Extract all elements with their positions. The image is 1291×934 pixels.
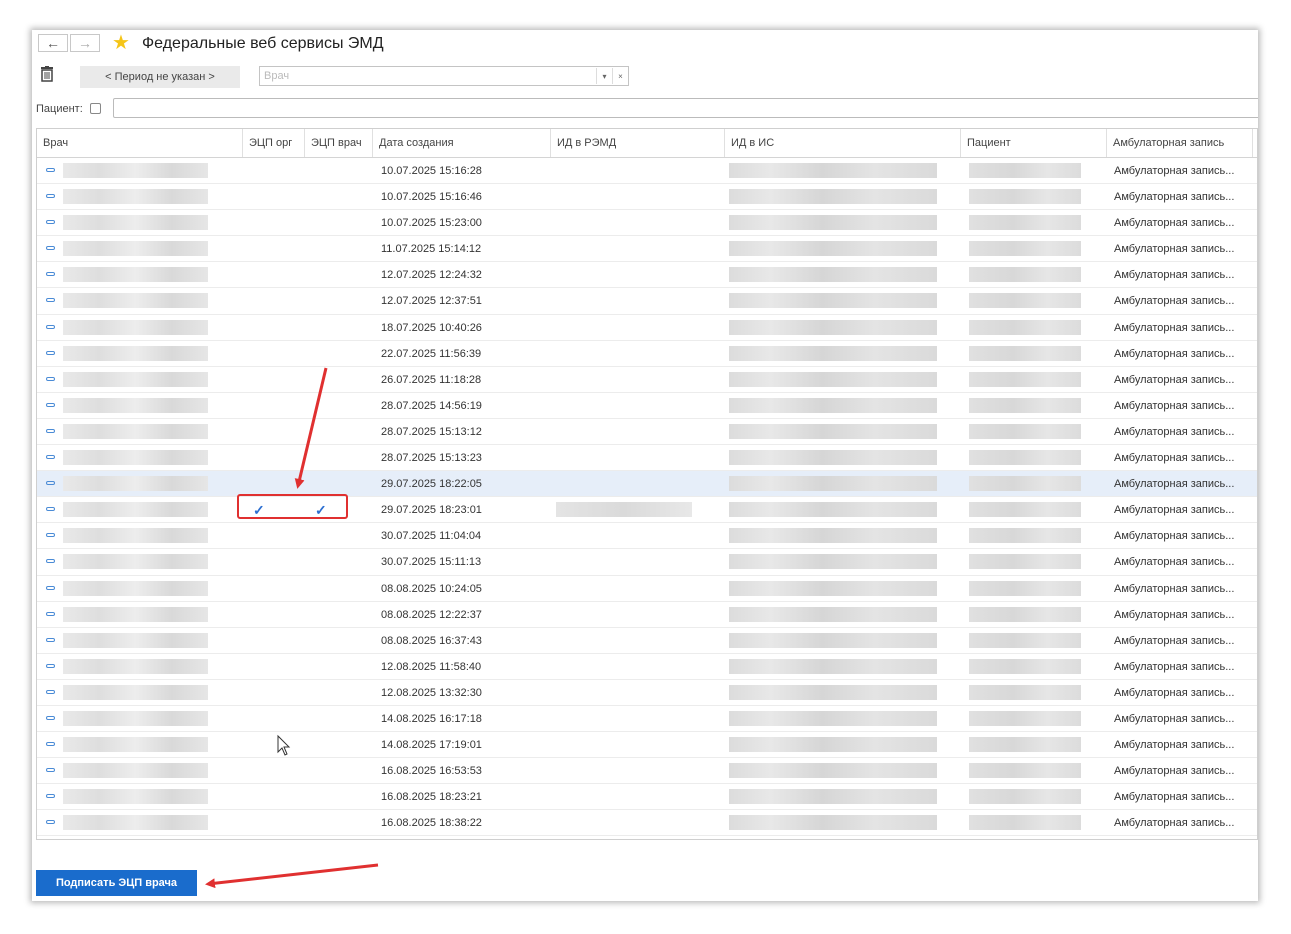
annotation-arrow-sign-button bbox=[205, 863, 379, 889]
mouse-cursor-icon bbox=[277, 734, 291, 756]
annotation-arrow-signatures bbox=[294, 367, 328, 489]
annotation-arrows bbox=[205, 367, 379, 889]
